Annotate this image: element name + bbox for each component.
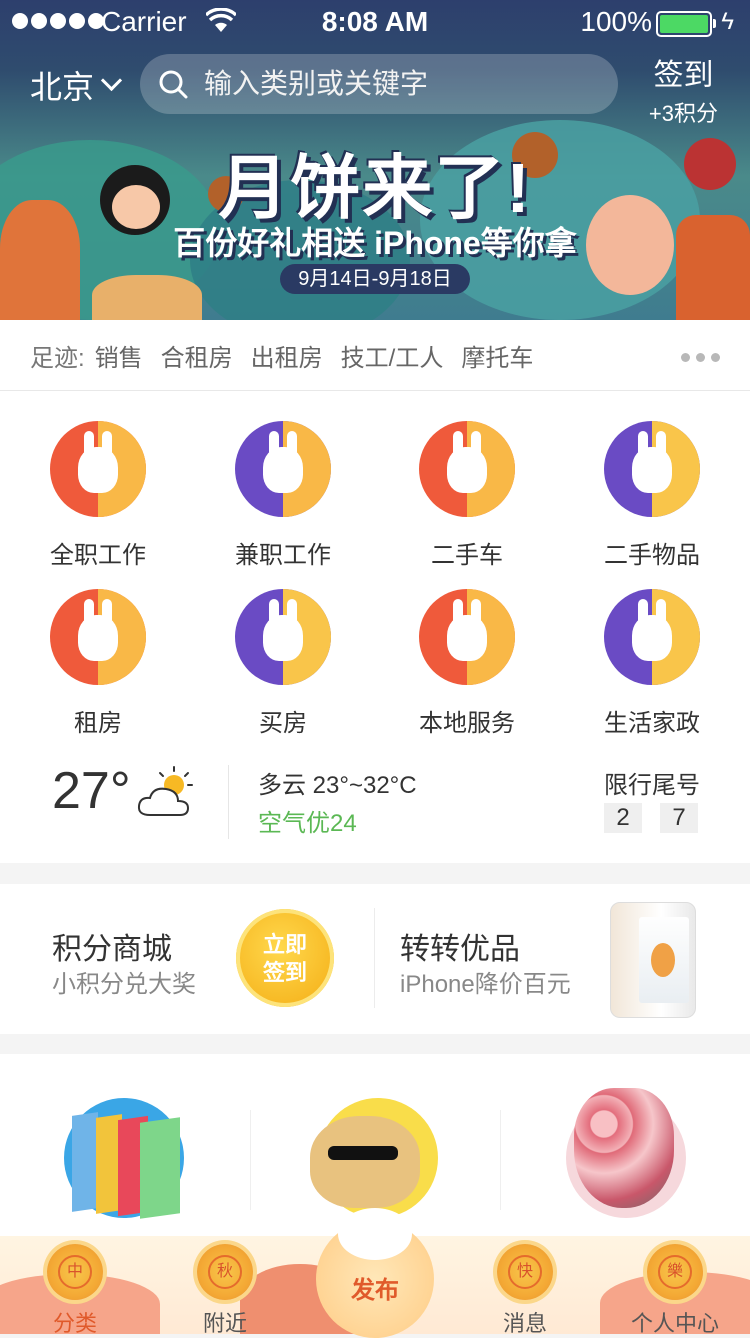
category-item[interactable]: 生活家政	[559, 589, 745, 738]
category-item[interactable]: 全职工作	[5, 421, 191, 570]
rabbit-carrot-icon	[235, 421, 331, 517]
category-label: 买房	[259, 710, 307, 737]
tab-category[interactable]: 中 分类	[20, 1244, 130, 1338]
weather-condition: 多云 23°~32°C	[258, 772, 417, 799]
mooncake-icon: 樂	[647, 1244, 703, 1300]
signin-button[interactable]: 签到 +3积分	[649, 50, 718, 128]
rabbit-icon	[338, 1208, 412, 1260]
temperature: 27°	[52, 762, 131, 820]
zhuanzhuan-title: 转转优品	[400, 933, 520, 966]
rabbit-dancing-icon	[50, 421, 146, 517]
category-label: 二手车	[431, 542, 503, 569]
tab-nearby[interactable]: 秋 附近	[170, 1244, 280, 1338]
rabbit-moon-icon	[235, 589, 331, 685]
mooncake-icon: 快	[497, 1244, 553, 1300]
city-selector[interactable]: 北京	[30, 62, 123, 108]
footprint-item[interactable]: 销售	[95, 338, 143, 373]
publish-label: 发布	[351, 1277, 399, 1304]
zhuanzhuan-subtitle: iPhone降价百元	[400, 971, 571, 998]
category-label: 二手物品	[604, 542, 700, 569]
coin-label-line2: 签到	[262, 960, 307, 985]
air-quality: 空气优24	[258, 810, 357, 837]
tab-profile[interactable]: 樂 个人中心	[620, 1244, 730, 1338]
category-section: 全职工作 兼职工作 二手车 二手物品租房 买房 本地服务 生活家政 27° 多云 23°~3…	[0, 391, 750, 863]
rabbit-mortar-icon	[419, 589, 515, 685]
category-item[interactable]: 租房	[5, 589, 191, 738]
category-label: 兼职工作	[235, 542, 331, 569]
category-label: 租房	[74, 710, 122, 737]
tab-label: 附近	[202, 1311, 247, 1336]
weather-widget[interactable]: 27° 多云 23°~32°C 空气优24 限行尾号 2 7	[0, 753, 750, 863]
divider	[374, 908, 375, 1008]
publish-button[interactable]: 发布	[316, 1208, 434, 1338]
tab-messages[interactable]: 快 消息	[470, 1244, 580, 1338]
divider	[228, 765, 229, 839]
tab-label: 消息	[502, 1311, 547, 1336]
points-mall-title: 积分商城	[52, 933, 172, 966]
category-item[interactable]: 二手车	[374, 421, 560, 570]
category-item[interactable]: 兼职工作	[190, 421, 376, 570]
footprint-bar: 足迹: 销售 合租房 出租房 技工/工人 摩托车	[0, 320, 750, 391]
banner-subtitle: 百份好礼相送 iPhone等你拿	[173, 225, 577, 261]
footprint-item[interactable]: 技工/工人	[341, 338, 444, 373]
tab-bar: 中 分类 秋 附近 发布 快 消息 樂 个人中心	[0, 1208, 750, 1338]
city-label: 北京	[30, 69, 95, 105]
coin-label-line1: 立即	[262, 932, 307, 957]
signin-points: +3积分	[648, 101, 718, 126]
footprint-label: 足迹:	[30, 344, 85, 372]
more-icon[interactable]	[681, 353, 720, 362]
category-item[interactable]: 二手物品	[559, 421, 745, 570]
category-label: 全职工作	[50, 542, 146, 569]
rabbit-lying-icon	[419, 421, 515, 517]
footprint-item[interactable]: 摩托车	[461, 338, 533, 373]
search-icon	[159, 70, 188, 99]
banner-date: 9月14日-9月18日	[280, 264, 470, 294]
rabbit-mooncake-icon	[604, 589, 700, 685]
mooncake-icon: 中	[47, 1244, 103, 1300]
points-mall-subtitle: 小积分兑大奖	[52, 971, 196, 998]
status-bar: Carrier 8:08 AM 100% ϟ	[0, 0, 750, 44]
signin-label: 签到	[653, 59, 714, 92]
search-bar[interactable]	[140, 54, 618, 114]
promo-banner[interactable]: Carrier 8:08 AM 100% ϟ 北京 签到 +3积分 月饼来了! …	[0, 0, 750, 320]
traffic-limit-number: 2	[604, 803, 642, 833]
footprint-item[interactable]: 合租房	[161, 338, 233, 373]
traffic-limit-label: 限行尾号	[604, 772, 700, 799]
mooncake-stack	[92, 275, 202, 320]
category-label: 本地服务	[419, 710, 515, 737]
rabbit-sitting-icon	[604, 421, 700, 517]
rabbit-lantern-icon	[50, 589, 146, 685]
divider	[250, 1110, 251, 1210]
signin-coin-button[interactable]: 立即 签到	[236, 909, 334, 1007]
category-item[interactable]: 本地服务	[374, 589, 560, 738]
divider	[500, 1110, 501, 1210]
battery-percent: 100%	[580, 6, 652, 37]
points-mall-section: 积分商城 小积分兑大奖 立即 签到 转转优品 iPhone降价百元	[0, 884, 750, 1034]
mooncake-icon: 秋	[197, 1244, 253, 1300]
search-input[interactable]	[202, 67, 586, 101]
category-label: 生活家政	[604, 710, 700, 737]
footprint-item[interactable]: 出租房	[251, 338, 323, 373]
tab-label: 分类	[52, 1311, 97, 1336]
battery-icon	[656, 11, 716, 37]
traffic-limit-number: 7	[660, 803, 698, 833]
category-item[interactable]: 买房	[190, 589, 376, 738]
iphone-image	[610, 902, 696, 1018]
charging-icon: ϟ	[721, 8, 734, 35]
partly-cloudy-icon	[137, 766, 193, 816]
chevron-down-icon	[100, 69, 123, 91]
tab-label: 个人中心	[630, 1311, 719, 1336]
